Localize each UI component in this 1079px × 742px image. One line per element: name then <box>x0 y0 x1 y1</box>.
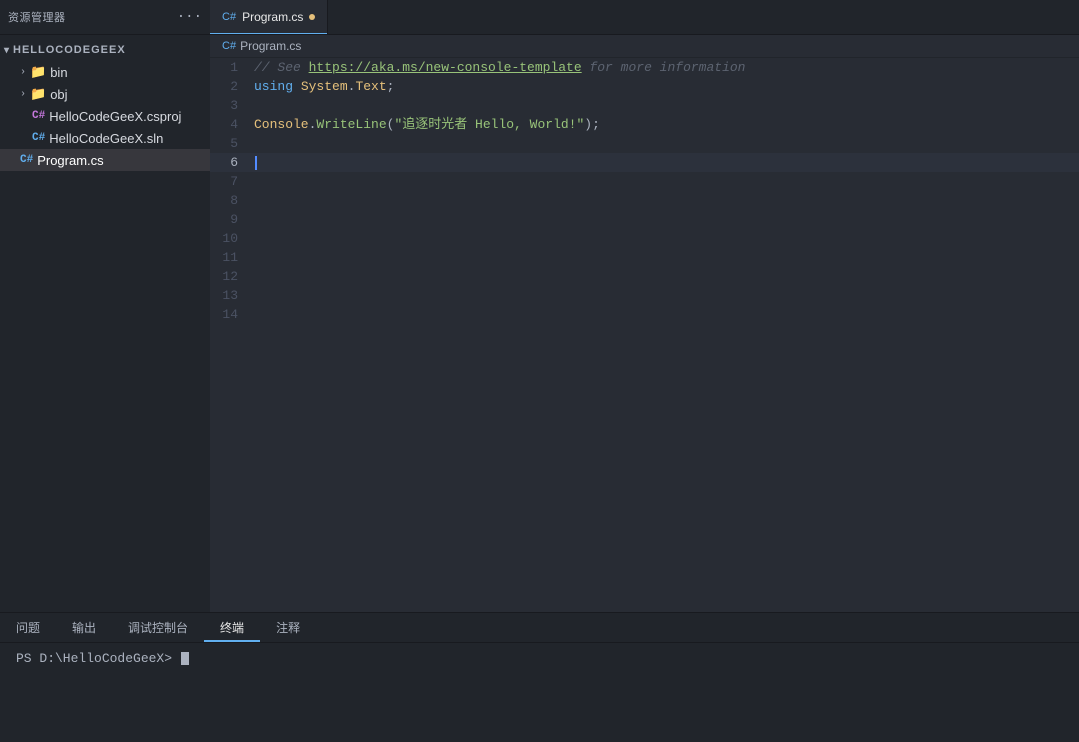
panel-tab-output[interactable]: 输出 <box>56 613 112 642</box>
code-line-13: 13 <box>210 286 1079 305</box>
code-line-2: 2 using System.Text; <box>210 77 1079 96</box>
sidebar-item-program-cs[interactable]: C# Program.cs <box>0 149 210 171</box>
line-number-3: 3 <box>210 96 254 115</box>
sidebar-item-bin[interactable]: › 📁 bin <box>0 61 210 83</box>
breadcrumb-label: Program.cs <box>240 39 301 53</box>
terminal-prompt: PS D:\HelloCodeGeeX> <box>16 651 180 666</box>
line-number-1: 1 <box>210 58 254 77</box>
sidebar-header: 资源管理器 ··· <box>0 0 210 35</box>
terminal-cursor <box>181 652 189 665</box>
line-number-2: 2 <box>210 77 254 96</box>
sidebar-item-csproj-label: HelloCodeGeeX.csproj <box>49 109 181 124</box>
line-number-12: 12 <box>210 267 254 286</box>
tab-modified-dot <box>309 14 315 20</box>
sidebar-item-program-cs-label: Program.cs <box>37 153 103 168</box>
sidebar-item-obj-label: obj <box>50 87 67 102</box>
tab-cs-icon: C# <box>222 11 236 23</box>
line-content-14 <box>254 305 1079 324</box>
terminal-content[interactable]: PS D:\HelloCodeGeeX> <box>0 643 1079 742</box>
line-content-2: using System.Text; <box>254 77 1079 96</box>
line-content-11 <box>254 248 1079 267</box>
chevron-right-icon: › <box>20 67 26 78</box>
line-number-4: 4 <box>210 115 254 134</box>
line-content-5 <box>254 134 1079 153</box>
code-line-10: 10 <box>210 229 1079 248</box>
code-line-6: 6 <box>210 153 1079 172</box>
code-editor[interactable]: 1 // See https://aka.ms/new-console-temp… <box>210 58 1079 612</box>
sidebar-item-sln[interactable]: C# HelloCodeGeeX.sln <box>0 127 210 149</box>
sidebar-root[interactable]: ▾ HELLOCODEGEEX <box>0 39 210 61</box>
sidebar-root-label: HELLOCODEGEEX <box>13 44 126 56</box>
line-content-9 <box>254 210 1079 229</box>
editor-area: C# Program.cs 1 // See https://aka.ms/ne… <box>210 35 1079 612</box>
line-number-13: 13 <box>210 286 254 305</box>
line-content-8 <box>254 191 1079 210</box>
code-line-4: 4 Console.WriteLine("追逐时光者 Hello, World!… <box>210 115 1079 134</box>
sidebar-item-obj[interactable]: › 📁 obj <box>0 83 210 105</box>
tabs-area: C# Program.cs <box>210 0 1079 35</box>
line-number-5: 5 <box>210 134 254 153</box>
code-line-3: 3 <box>210 96 1079 115</box>
line-content-3 <box>254 96 1079 115</box>
breadcrumb-cs-icon: C# <box>222 40 236 52</box>
line-content-12 <box>254 267 1079 286</box>
panel-tab-problems[interactable]: 问题 <box>0 613 56 642</box>
csproj-file-icon: C# <box>32 110 45 122</box>
line-number-7: 7 <box>210 172 254 191</box>
panel-tab-debug-console[interactable]: 调试控制台 <box>112 613 204 642</box>
chevron-right-icon: › <box>20 89 26 100</box>
code-line-5: 5 <box>210 134 1079 153</box>
line-number-8: 8 <box>210 191 254 210</box>
breadcrumb: C# Program.cs <box>210 35 1079 58</box>
cs-file-icon: C# <box>20 154 33 166</box>
code-line-7: 7 <box>210 172 1079 191</box>
sln-file-icon: C# <box>32 132 45 144</box>
line-number-14: 14 <box>210 305 254 324</box>
folder-icon: 📁 <box>30 87 46 102</box>
line-content-1: // See https://aka.ms/new-console-templa… <box>254 58 1079 77</box>
top-bar: 资源管理器 ··· C# Program.cs <box>0 0 1079 35</box>
bottom-panel: 问题 输出 调试控制台 终端 注释 PS D:\HelloCodeGeeX> <box>0 612 1079 742</box>
line-number-9: 9 <box>210 210 254 229</box>
sidebar: ▾ HELLOCODEGEEX › 📁 bin › 📁 obj C# Hello… <box>0 35 210 612</box>
code-line-8: 8 <box>210 191 1079 210</box>
text-cursor <box>255 156 257 170</box>
code-line-11: 11 <box>210 248 1079 267</box>
line-content-6 <box>254 153 1079 172</box>
code-line-9: 9 <box>210 210 1079 229</box>
sidebar-item-bin-label: bin <box>50 65 67 80</box>
main-content: ▾ HELLOCODEGEEX › 📁 bin › 📁 obj C# Hello… <box>0 35 1079 612</box>
sidebar-item-sln-label: HelloCodeGeeX.sln <box>49 131 163 146</box>
panel-tab-comments[interactable]: 注释 <box>260 613 316 642</box>
folder-icon: 📁 <box>30 65 46 80</box>
code-line-14: 14 <box>210 305 1079 324</box>
sidebar-title: 资源管理器 <box>8 9 66 25</box>
sidebar-menu-button[interactable]: ··· <box>177 9 202 25</box>
code-line-12: 12 <box>210 267 1079 286</box>
sidebar-item-csproj[interactable]: C# HelloCodeGeeX.csproj <box>0 105 210 127</box>
code-line-1: 1 // See https://aka.ms/new-console-temp… <box>210 58 1079 77</box>
line-content-4: Console.WriteLine("追逐时光者 Hello, World!")… <box>254 115 1079 134</box>
tab-program-cs[interactable]: C# Program.cs <box>210 0 328 34</box>
line-number-11: 11 <box>210 248 254 267</box>
tab-label: Program.cs <box>242 10 303 24</box>
line-content-13 <box>254 286 1079 305</box>
line-number-10: 10 <box>210 229 254 248</box>
line-content-10 <box>254 229 1079 248</box>
panel-tab-terminal[interactable]: 终端 <box>204 613 260 642</box>
line-number-6: 6 <box>210 153 254 172</box>
line-content-7 <box>254 172 1079 191</box>
panel-tabs: 问题 输出 调试控制台 终端 注释 <box>0 613 1079 643</box>
chevron-down-icon: ▾ <box>4 45 9 56</box>
